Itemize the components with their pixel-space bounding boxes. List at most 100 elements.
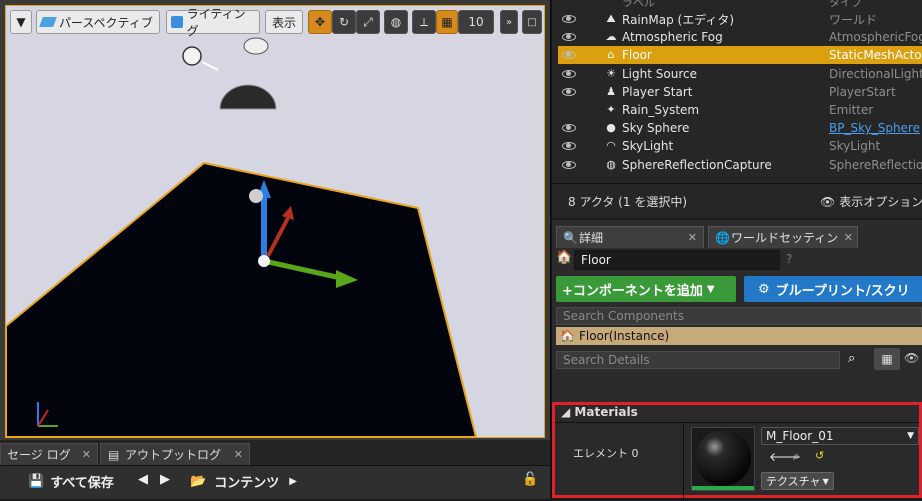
translate-tool-button[interactable]: ✥: [308, 10, 332, 34]
viewport-menu-button[interactable]: ▼: [10, 10, 32, 34]
visibility-eye-icon[interactable]: [562, 124, 576, 133]
outliner-row[interactable]: ◠ SkyLight SkyLight: [558, 137, 922, 155]
grid-snap-button[interactable]: ▦: [436, 10, 458, 34]
help-icon[interactable]: ?: [786, 252, 792, 266]
eye-icon[interactable]: 👁: [904, 351, 919, 365]
overflow-button[interactable]: »: [500, 10, 518, 34]
reset-button[interactable]: ↺: [815, 449, 824, 462]
rotate-tool-button[interactable]: ↻: [332, 10, 356, 34]
visibility-eye-icon[interactable]: [562, 142, 576, 151]
instance-tree-item[interactable]: 🏠 Floor(Instance): [556, 327, 922, 345]
globe-icon: 🌐: [715, 230, 730, 245]
grid-size-dropdown[interactable]: 10: [458, 10, 494, 34]
close-icon[interactable]: ✕: [234, 448, 243, 461]
blueprint-script-button[interactable]: ⚙ ブループリント/スクリ: [744, 276, 922, 302]
surface-snap-button[interactable]: ⟂: [412, 10, 436, 34]
outliner-row[interactable]: ☀ Light Source DirectionalLight: [558, 65, 922, 83]
outliner-row[interactable]: ◍ SphereReflectionCapture SphereReflection…: [558, 156, 922, 174]
outliner-row[interactable]: ✦ Rain_System Emitter: [558, 101, 922, 119]
visibility-eye-icon[interactable]: [562, 69, 576, 78]
house-icon: ⌂: [607, 48, 615, 62]
move-icon: ✥: [314, 15, 326, 29]
lighting-button[interactable]: ライティング: [166, 7, 260, 38]
actor-count-status: 8 アクタ (1 を選択中): [568, 195, 687, 209]
search-components-input[interactable]: Search Components: [556, 307, 922, 325]
texture-dropdown-button[interactable]: テクスチャ ▼: [761, 472, 834, 490]
eye-icon: 👁: [820, 194, 836, 209]
outliner-row-label: Player Start: [622, 84, 693, 99]
tab-output-log[interactable]: ▤ アウトプットログ ✕: [100, 443, 250, 465]
material-thumbnail[interactable]: [691, 427, 755, 491]
material-asset-dropdown[interactable]: M_Floor_01 ▼: [761, 427, 919, 445]
outliner-row[interactable]: ⛰ RainMap (エディタ) ワールド: [558, 10, 922, 28]
chevron-right-icon: ▶: [289, 476, 297, 487]
scale-tool-button[interactable]: ⤢: [356, 10, 380, 34]
perspective-icon: [39, 17, 57, 27]
arrow-left-icon: ◀: [138, 472, 148, 487]
tab-world-settings[interactable]: 🌐 ワールドセッティン ✕: [708, 226, 858, 248]
emitter-icon: ✦: [606, 103, 616, 116]
outliner-row[interactable]: ☁ Atmospheric Fog AtmosphericFog: [558, 28, 922, 46]
outliner-row-type: AtmosphericFog: [829, 30, 922, 45]
outliner-row[interactable]: ⌂ Floor StaticMeshActor: [558, 46, 922, 65]
search-icon: ⌕: [793, 449, 800, 463]
column-header-label[interactable]: ラベル: [622, 0, 655, 10]
close-icon[interactable]: ✕: [688, 231, 697, 244]
reflection-icon: ◍: [606, 157, 616, 171]
maximize-icon: □: [527, 16, 537, 28]
details-icon: 🔍: [563, 230, 578, 245]
column-header-type[interactable]: タイプ: [829, 0, 862, 10]
view-options-button[interactable]: 👁 表示オプション: [820, 193, 922, 210]
outliner-row-label: RainMap (エディタ): [622, 12, 735, 27]
outliner-row-type[interactable]: BP_Sky_Sphere: [829, 121, 920, 135]
world-icon: ⛰: [606, 12, 616, 25]
fog-actor-icon: [243, 37, 269, 55]
outliner-row-type: PlayerStart: [829, 84, 896, 99]
actor-name-input[interactable]: Floor: [574, 250, 780, 270]
forward-button[interactable]: ▶: [160, 472, 170, 487]
content-path-button[interactable]: 📂 コンテンツ ▶: [190, 472, 297, 491]
content-browser-toolbar: 💾 すべて保存 ◀ ▶ 📂 コンテンツ ▶ 🔓: [0, 465, 550, 499]
show-button[interactable]: 表示: [265, 10, 303, 34]
viewport-canvas[interactable]: ▼ パースペクティブ ライティング 表示 ✥ ↻ ⤢ ◍ ⟂ ▦ 10 » □: [5, 5, 545, 438]
visibility-eye-icon[interactable]: [562, 15, 576, 23]
visibility-eye-icon[interactable]: [562, 51, 576, 60]
player-icon: ♟: [606, 84, 616, 98]
tab-details[interactable]: 🔍 詳細 ✕: [556, 226, 704, 248]
rotate-icon: ↻: [338, 15, 350, 29]
search-icon[interactable]: ⌕: [848, 351, 855, 366]
add-component-button[interactable]: +コンポーネントを追加 ▼: [556, 276, 736, 302]
chevron-down-icon: ▼: [822, 476, 829, 486]
save-all-button[interactable]: 💾 すべて保存: [28, 472, 114, 491]
sun-icon: [182, 46, 202, 66]
chevron-right-icon: »: [505, 16, 513, 28]
visibility-eye-icon[interactable]: [562, 160, 576, 169]
skylight-icon: ◠: [606, 139, 616, 153]
log-icon: ▤: [108, 447, 120, 462]
visibility-eye-icon[interactable]: [562, 33, 576, 42]
back-button[interactable]: ◀: [138, 472, 148, 487]
materials-header[interactable]: ◢ Materials: [561, 405, 638, 419]
level-viewport[interactable]: ▼ パースペクティブ ライティング 表示 ✥ ↻ ⤢ ◍ ⟂ ▦ 10 » □: [0, 0, 550, 440]
outliner-row[interactable]: ♟ Player Start PlayerStart: [558, 83, 922, 101]
floor-mesh: [6, 161, 478, 437]
world-local-button[interactable]: ◍: [384, 10, 408, 34]
property-matrix-button[interactable]: ▦: [874, 348, 900, 370]
tab-message-log[interactable]: セージ ログ ✕: [0, 443, 98, 465]
maximize-viewport-button[interactable]: □: [522, 10, 542, 34]
arrow-right-icon: ▶: [160, 472, 170, 487]
chevron-down-icon: ▼: [706, 283, 715, 295]
outliner-row[interactable]: ● Sky Sphere BP_Sky_Sphere: [558, 119, 922, 137]
search-details-input[interactable]: Search Details: [556, 351, 840, 369]
globe-icon: ◍: [390, 15, 402, 29]
gears-icon: ⚙: [758, 281, 770, 297]
close-icon[interactable]: ✕: [844, 231, 853, 244]
visibility-eye-icon[interactable]: [562, 87, 576, 96]
house-icon: 🏠: [560, 329, 575, 343]
lock-button[interactable]: 🔓: [522, 472, 538, 487]
details-panel: 🔍 詳細 ✕ 🌐 ワールドセッティン ✕ 🏠 Floor ? +コンポーネントを…: [550, 220, 922, 501]
actor-icon: 🏠: [556, 250, 573, 265]
close-icon[interactable]: ✕: [82, 448, 91, 461]
perspective-button[interactable]: パースペクティブ: [36, 10, 160, 34]
browse-button[interactable]: ⌕: [793, 449, 800, 464]
